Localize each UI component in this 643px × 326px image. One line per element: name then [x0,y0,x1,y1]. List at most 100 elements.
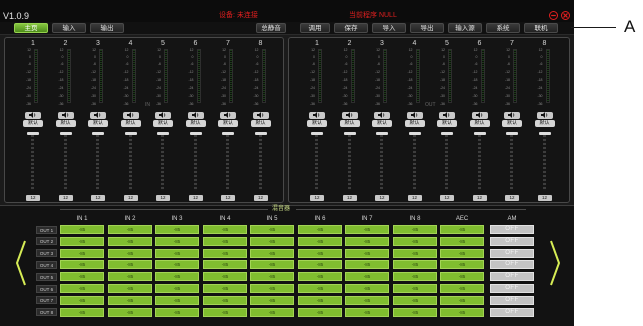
input-mute-button[interactable] [252,112,269,119]
input-mute-button[interactable] [122,112,139,119]
matrix-gain-cell[interactable]: -85 [393,295,437,305]
matrix-gain-cell[interactable]: -85 [393,248,437,258]
matrix-gain-cell[interactable]: -85 [393,225,437,234]
matrix-gain-cell[interactable]: -85 [345,225,389,234]
matrix-gain-cell[interactable]: -85 [108,307,152,317]
input-fader-knob[interactable] [59,132,72,135]
matrix-gain-cell[interactable]: -85 [393,236,437,246]
matrix-gain-cell[interactable]: -85 [345,236,389,246]
output-fader-knob[interactable] [473,132,486,135]
input-mode-button[interactable]: 默认 [185,120,206,127]
input-source-button[interactable]: 输入源 [448,23,482,33]
matrix-gain-cell[interactable]: -85 [440,307,484,317]
matrix-gain-cell[interactable]: -85 [203,284,247,293]
matrix-gain-cell[interactable]: -85 [108,248,152,258]
output-mute-button[interactable] [341,112,358,119]
matrix-gain-cell[interactable]: -85 [250,272,294,282]
matrix-gain-cell[interactable]: -85 [250,260,294,270]
matrix-gain-cell[interactable]: -85 [250,236,294,246]
matrix-gain-cell[interactable]: -85 [250,248,294,258]
matrix-gain-cell[interactable]: -85 [393,307,437,317]
matrix-gain-cell[interactable]: -85 [203,225,247,234]
matrix-gain-cell[interactable]: -85 [345,295,389,305]
matrix-gain-cell[interactable]: -85 [440,272,484,282]
matrix-gain-cell[interactable]: -85 [393,272,437,282]
output-mode-button[interactable]: 默认 [502,120,522,127]
matrix-gain-cell[interactable]: -85 [108,260,152,270]
next-page-arrow-icon[interactable] [548,238,562,288]
matrix-gain-cell[interactable]: -85 [250,225,294,234]
input-mute-button[interactable] [187,112,204,119]
matrix-gain-cell[interactable]: -85 [203,272,247,282]
output-mute-button[interactable] [504,112,520,119]
online-button[interactable]: 联机 [524,23,558,33]
prev-page-arrow-icon[interactable] [14,238,28,288]
input-fader-knob[interactable] [124,132,137,135]
matrix-gain-cell[interactable]: -85 [440,284,484,293]
close-icon[interactable] [561,11,570,20]
am-toggle-cell[interactable]: OFF [490,260,534,270]
output-fader-knob[interactable] [408,132,421,135]
matrix-gain-cell[interactable]: -85 [203,260,247,270]
save-button[interactable]: 保存 [334,23,368,33]
input-mode-button[interactable]: 默认 [55,120,76,127]
input-fader-knob[interactable] [92,132,104,135]
import-button[interactable]: 导入 [372,23,406,33]
input-mode-button[interactable]: 默认 [250,120,271,127]
output-mute-button[interactable] [471,112,488,119]
export-button[interactable]: 导出 [410,23,444,33]
output-mute-button[interactable] [536,112,553,119]
master-mute-button[interactable]: 总静音 [256,23,286,33]
am-toggle-cell[interactable]: OFF [490,225,534,234]
matrix-gain-cell[interactable]: -85 [440,260,484,270]
output-mute-button[interactable] [374,112,390,119]
matrix-gain-cell[interactable]: -85 [393,284,437,293]
output-fader-knob[interactable] [376,132,388,135]
matrix-gain-cell[interactable]: -85 [60,272,104,282]
matrix-gain-cell[interactable]: -85 [298,307,342,317]
matrix-gain-cell[interactable]: -85 [345,248,389,258]
am-toggle-cell[interactable]: OFF [490,307,534,317]
input-fader-knob[interactable] [189,132,202,135]
input-mute-button[interactable] [57,112,74,119]
matrix-gain-cell[interactable]: -85 [298,272,342,282]
am-toggle-cell[interactable]: OFF [490,284,534,293]
input-mode-button[interactable]: 默认 [153,120,173,127]
matrix-gain-cell[interactable]: -85 [155,307,199,317]
matrix-gain-cell[interactable]: -85 [393,260,437,270]
matrix-gain-cell[interactable]: -85 [60,248,104,258]
output-fader-knob[interactable] [343,132,356,135]
input-mute-button[interactable] [220,112,236,119]
matrix-gain-cell[interactable]: -85 [155,236,199,246]
matrix-gain-cell[interactable]: -85 [60,260,104,270]
matrix-gain-cell[interactable]: -85 [60,284,104,293]
matrix-gain-cell[interactable]: -85 [440,295,484,305]
minimize-icon[interactable] [549,11,558,20]
matrix-gain-cell[interactable]: -85 [298,295,342,305]
output-mute-button[interactable] [439,112,455,119]
tab-output[interactable]: 输出 [90,23,124,33]
tab-home[interactable]: 主页 [14,23,48,33]
matrix-gain-cell[interactable]: -85 [60,236,104,246]
output-fader-knob[interactable] [311,132,323,135]
am-toggle-cell[interactable]: OFF [490,248,534,258]
matrix-gain-cell[interactable]: -85 [155,225,199,234]
output-mode-button[interactable]: 默认 [339,120,360,127]
output-mute-button[interactable] [406,112,423,119]
matrix-gain-cell[interactable]: -85 [298,248,342,258]
output-mode-button[interactable]: 默认 [307,120,327,127]
input-mode-button[interactable]: 默认 [88,120,108,127]
recall-button[interactable]: 调用 [300,23,330,33]
input-mute-button[interactable] [90,112,106,119]
matrix-gain-cell[interactable]: -85 [250,295,294,305]
input-mode-button[interactable]: 默认 [23,120,43,127]
matrix-gain-cell[interactable]: -85 [345,284,389,293]
matrix-gain-cell[interactable]: -85 [60,307,104,317]
matrix-gain-cell[interactable]: -85 [298,236,342,246]
matrix-gain-cell[interactable]: -85 [203,236,247,246]
output-mute-button[interactable] [309,112,325,119]
matrix-gain-cell[interactable]: -85 [155,272,199,282]
input-mute-button[interactable] [155,112,171,119]
matrix-gain-cell[interactable]: -85 [108,284,152,293]
input-fader-knob[interactable] [254,132,267,135]
